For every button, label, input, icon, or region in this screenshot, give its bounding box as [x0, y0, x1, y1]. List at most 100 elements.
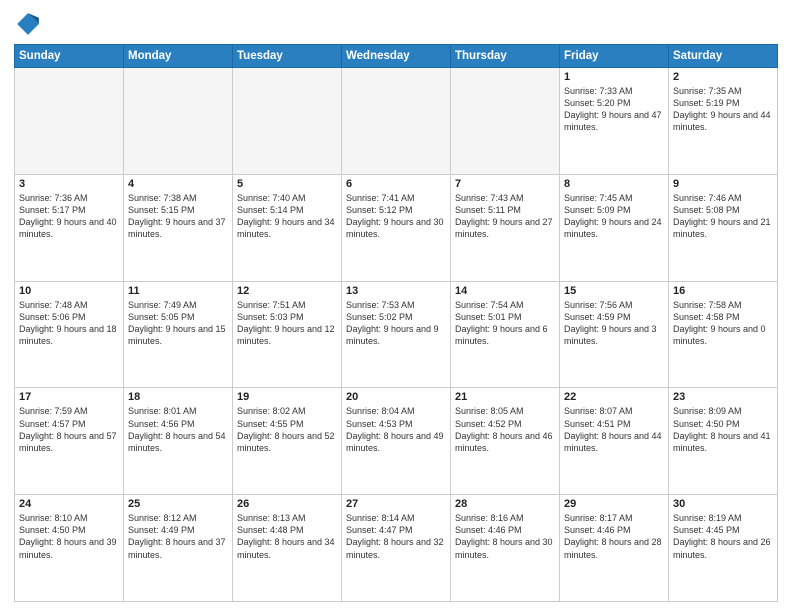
weekday-header-row: SundayMondayTuesdayWednesdayThursdayFrid…	[15, 45, 778, 68]
day-cell: 15Sunrise: 7:56 AM Sunset: 4:59 PM Dayli…	[560, 281, 669, 388]
day-cell: 4 Sunrise: 7:38 AM Sunset: 5:15 PM Daylig…	[124, 174, 233, 281]
day-cell: 12Sunrise: 7:51 AM Sunset: 5:03 PM Dayli…	[233, 281, 342, 388]
weekday-friday: Friday	[560, 45, 669, 68]
day-cell	[342, 68, 451, 175]
day-info: Sunrise: 7:53 AM Sunset: 5:02 PM Dayligh…	[346, 299, 446, 348]
day-info: Sunrise: 7:59 AM Sunset: 4:57 PM Dayligh…	[19, 405, 119, 454]
day-cell: 29 Sunrise: 8:17 AM Sunset: 4:46 PM Dayli…	[560, 495, 669, 602]
day-number: 30	[673, 498, 773, 510]
day-info: Sunrise: 8:05 AM Sunset: 4:52 PM Dayligh…	[455, 405, 555, 454]
day-cell	[451, 68, 560, 175]
day-info: Sunrise: 8:01 AM Sunset: 4:56 PM Dayligh…	[128, 405, 228, 454]
day-cell	[233, 68, 342, 175]
day-cell: 13 Sunrise: 7:53 AM Sunset: 5:02 PM Dayli…	[342, 281, 451, 388]
day-cell: 21 Sunrise: 8:05 AM Sunset: 4:52 PM Dayli…	[451, 388, 560, 495]
week-row-2: 3 Sunrise: 7:36 AM Sunset: 5:17 PM Daylig…	[15, 174, 778, 281]
day-number: 14	[455, 285, 555, 297]
day-info: Sunrise: 7:36 AM Sunset: 5:17 PM Dayligh…	[19, 192, 119, 241]
day-info: Sunrise: 7:33 AM Sunset: 5:20 PM Dayligh…	[564, 85, 664, 134]
day-cell: 5Sunrise: 7:40 AM Sunset: 5:14 PM Daylig…	[233, 174, 342, 281]
day-number: 22	[564, 391, 664, 403]
weekday-monday: Monday	[124, 45, 233, 68]
logo-icon	[14, 10, 42, 38]
day-info: Sunrise: 8:16 AM Sunset: 4:46 PM Dayligh…	[455, 512, 555, 561]
day-cell: 10 Sunrise: 7:48 AM Sunset: 5:06 PM Dayli…	[15, 281, 124, 388]
day-cell: 17 Sunrise: 7:59 AM Sunset: 4:57 PM Dayli…	[15, 388, 124, 495]
week-row-4: 17 Sunrise: 7:59 AM Sunset: 4:57 PM Dayli…	[15, 388, 778, 495]
day-info: Sunrise: 8:14 AM Sunset: 4:47 PM Dayligh…	[346, 512, 446, 561]
day-cell	[124, 68, 233, 175]
day-number: 28	[455, 498, 555, 510]
day-cell: 7Sunrise: 7:43 AM Sunset: 5:11 PM Daylig…	[451, 174, 560, 281]
day-cell: 14 Sunrise: 7:54 AM Sunset: 5:01 PM Dayli…	[451, 281, 560, 388]
day-info: Sunrise: 8:04 AM Sunset: 4:53 PM Dayligh…	[346, 405, 446, 454]
day-info: Sunrise: 7:46 AM Sunset: 5:08 PM Dayligh…	[673, 192, 773, 241]
week-row-3: 10 Sunrise: 7:48 AM Sunset: 5:06 PM Dayli…	[15, 281, 778, 388]
weekday-wednesday: Wednesday	[342, 45, 451, 68]
week-row-1: 1 Sunrise: 7:33 AM Sunset: 5:20 PM Daylig…	[15, 68, 778, 175]
day-cell: 26Sunrise: 8:13 AM Sunset: 4:48 PM Dayli…	[233, 495, 342, 602]
day-info: Sunrise: 8:12 AM Sunset: 4:49 PM Dayligh…	[128, 512, 228, 561]
day-info: Sunrise: 7:54 AM Sunset: 5:01 PM Dayligh…	[455, 299, 555, 348]
day-cell: 16 Sunrise: 7:58 AM Sunset: 4:58 PM Dayli…	[669, 281, 778, 388]
day-number: 18	[128, 391, 228, 403]
day-number: 8	[564, 178, 664, 190]
day-cell: 23 Sunrise: 8:09 AM Sunset: 4:50 PM Dayli…	[669, 388, 778, 495]
day-number: 10	[19, 285, 119, 297]
logo	[14, 10, 46, 38]
day-number: 29	[564, 498, 664, 510]
day-number: 17	[19, 391, 119, 403]
day-cell: 30 Sunrise: 8:19 AM Sunset: 4:45 PM Dayli…	[669, 495, 778, 602]
day-number: 9	[673, 178, 773, 190]
day-info: Sunrise: 8:17 AM Sunset: 4:46 PM Dayligh…	[564, 512, 664, 561]
day-info: Sunrise: 7:38 AM Sunset: 5:15 PM Dayligh…	[128, 192, 228, 241]
day-cell: 24Sunrise: 8:10 AM Sunset: 4:50 PM Dayli…	[15, 495, 124, 602]
day-number: 27	[346, 498, 446, 510]
day-number: 2	[673, 71, 773, 83]
day-number: 15	[564, 285, 664, 297]
day-cell: 9 Sunrise: 7:46 AM Sunset: 5:08 PM Daylig…	[669, 174, 778, 281]
day-number: 4	[128, 178, 228, 190]
day-cell: 11 Sunrise: 7:49 AM Sunset: 5:05 PM Dayli…	[124, 281, 233, 388]
day-info: Sunrise: 7:40 AM Sunset: 5:14 PM Dayligh…	[237, 192, 337, 241]
day-info: Sunrise: 7:35 AM Sunset: 5:19 PM Dayligh…	[673, 85, 773, 134]
day-cell: 3 Sunrise: 7:36 AM Sunset: 5:17 PM Daylig…	[15, 174, 124, 281]
day-number: 25	[128, 498, 228, 510]
weekday-saturday: Saturday	[669, 45, 778, 68]
day-info: Sunrise: 7:45 AM Sunset: 5:09 PM Dayligh…	[564, 192, 664, 241]
day-cell: 8 Sunrise: 7:45 AM Sunset: 5:09 PM Daylig…	[560, 174, 669, 281]
day-info: Sunrise: 7:58 AM Sunset: 4:58 PM Dayligh…	[673, 299, 773, 348]
day-cell: 2 Sunrise: 7:35 AM Sunset: 5:19 PM Daylig…	[669, 68, 778, 175]
day-cell: 6 Sunrise: 7:41 AM Sunset: 5:12 PM Daylig…	[342, 174, 451, 281]
day-number: 16	[673, 285, 773, 297]
day-info: Sunrise: 7:49 AM Sunset: 5:05 PM Dayligh…	[128, 299, 228, 348]
day-cell: 1 Sunrise: 7:33 AM Sunset: 5:20 PM Daylig…	[560, 68, 669, 175]
day-number: 12	[237, 285, 337, 297]
day-info: Sunrise: 7:41 AM Sunset: 5:12 PM Dayligh…	[346, 192, 446, 241]
day-number: 19	[237, 391, 337, 403]
day-number: 1	[564, 71, 664, 83]
day-cell: 27 Sunrise: 8:14 AM Sunset: 4:47 PM Dayli…	[342, 495, 451, 602]
day-info: Sunrise: 8:19 AM Sunset: 4:45 PM Dayligh…	[673, 512, 773, 561]
day-info: Sunrise: 8:09 AM Sunset: 4:50 PM Dayligh…	[673, 405, 773, 454]
day-cell: 20 Sunrise: 8:04 AM Sunset: 4:53 PM Dayli…	[342, 388, 451, 495]
day-info: Sunrise: 8:07 AM Sunset: 4:51 PM Dayligh…	[564, 405, 664, 454]
weekday-thursday: Thursday	[451, 45, 560, 68]
day-info: Sunrise: 8:02 AM Sunset: 4:55 PM Dayligh…	[237, 405, 337, 454]
day-number: 23	[673, 391, 773, 403]
day-cell	[15, 68, 124, 175]
day-number: 6	[346, 178, 446, 190]
day-cell: 28 Sunrise: 8:16 AM Sunset: 4:46 PM Dayli…	[451, 495, 560, 602]
page: SundayMondayTuesdayWednesdayThursdayFrid…	[0, 0, 792, 612]
day-number: 21	[455, 391, 555, 403]
day-number: 20	[346, 391, 446, 403]
day-cell: 19 Sunrise: 8:02 AM Sunset: 4:55 PM Dayli…	[233, 388, 342, 495]
weekday-sunday: Sunday	[15, 45, 124, 68]
weekday-tuesday: Tuesday	[233, 45, 342, 68]
day-info: Sunrise: 7:48 AM Sunset: 5:06 PM Dayligh…	[19, 299, 119, 348]
day-number: 11	[128, 285, 228, 297]
day-number: 13	[346, 285, 446, 297]
day-info: Sunrise: 7:43 AM Sunset: 5:11 PM Dayligh…	[455, 192, 555, 241]
day-number: 3	[19, 178, 119, 190]
calendar-table: SundayMondayTuesdayWednesdayThursdayFrid…	[14, 44, 778, 602]
